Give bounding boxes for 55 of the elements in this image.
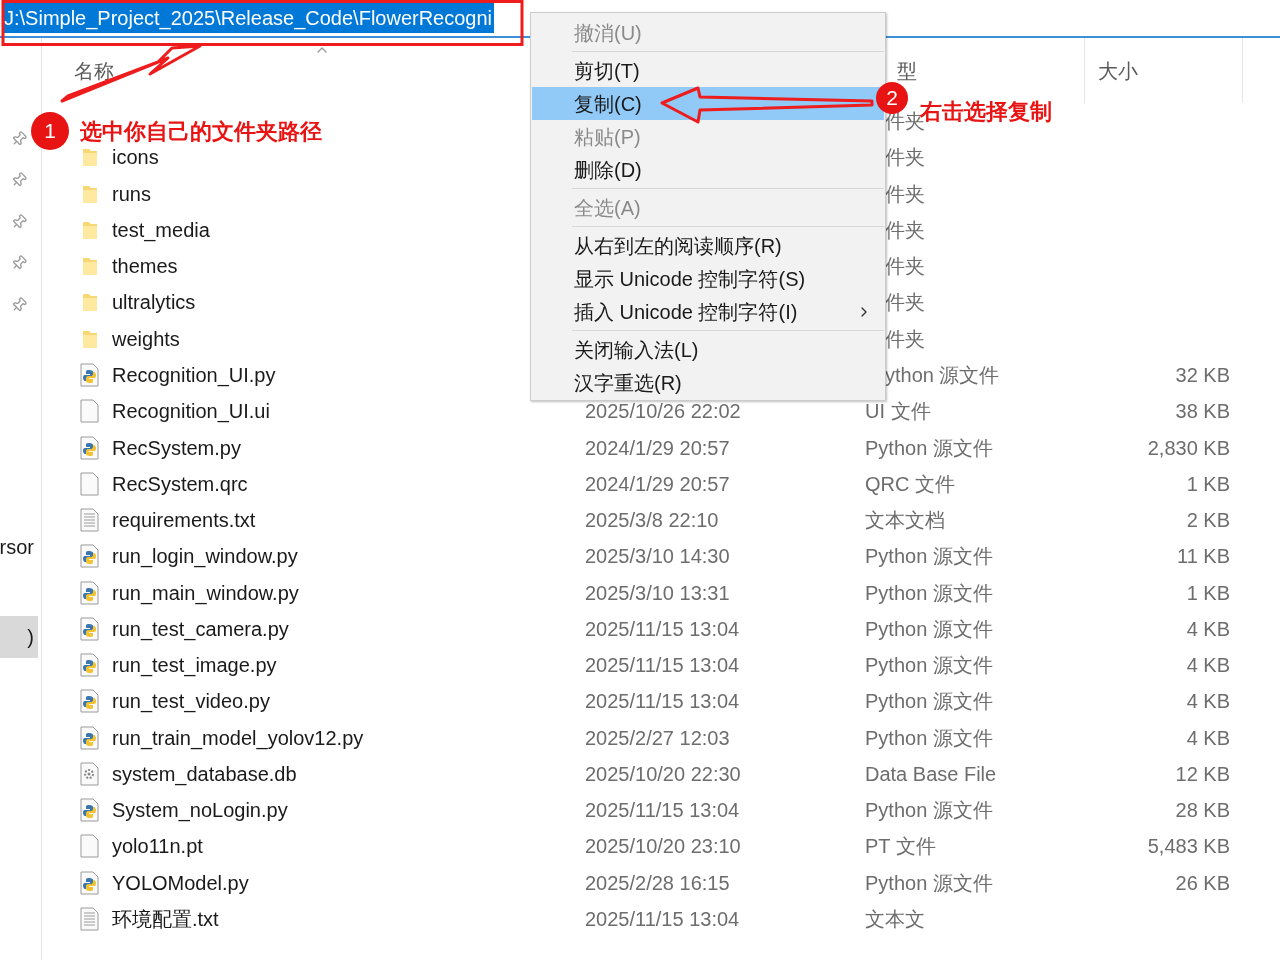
file-date: 2025/10/20 22:30 — [585, 762, 741, 785]
file-size: 1 KB — [1186, 472, 1230, 495]
file-type: ython 源文件 — [885, 364, 1000, 386]
file-size: 2,830 KB — [1147, 436, 1230, 459]
file-type: Python 源文件 — [865, 581, 993, 604]
file-date: 2025/11/15 13:04 — [585, 799, 740, 822]
file-type: Python 源文件 — [865, 690, 993, 713]
file-size: 12 KB — [1175, 762, 1230, 785]
file-size: 4 KB — [1186, 617, 1230, 640]
file-type: 件夹 — [885, 182, 925, 205]
file-date: 2025/11/15 13:04 — [585, 617, 740, 640]
file-type: 文本文 — [865, 907, 925, 930]
file-type: 文本文档 — [865, 509, 945, 532]
file-date: 2025/11/15 13:04 — [585, 690, 740, 713]
file-type: Python 源文件 — [865, 799, 993, 822]
file-type: Data Base File — [865, 762, 997, 785]
file-date: 2025/2/27 12:03 — [585, 726, 730, 749]
file-type: 件夹 — [885, 291, 925, 314]
file-type: Python 源文件 — [865, 726, 993, 749]
file-type: 件夹 — [885, 146, 925, 169]
file-size: 32 KB — [1175, 364, 1230, 386]
file-type: Python 源文件 — [865, 654, 993, 677]
file-size: 4 KB — [1186, 690, 1230, 713]
file-size: 26 KB — [1175, 871, 1230, 894]
file-size: 4 KB — [1186, 726, 1230, 749]
file-date: 2024/1/29 20:57 — [585, 436, 730, 459]
annotation-text: 选中你自己的文件夹路径 — [80, 118, 322, 146]
file-type: PT 文件 — [865, 835, 936, 858]
file-type: 件夹 — [885, 327, 925, 350]
file-date: 2025/11/15 13:04 — [585, 654, 740, 677]
file-size: 1 KB — [1186, 581, 1230, 604]
file-size: 5,483 KB — [1147, 835, 1230, 858]
file-type: Python 源文件 — [865, 545, 993, 568]
address-path: J:\Simple_Project_2025\Release_Code\FlowerRecogni — [4, 3, 495, 33]
file-date: 2025/3/8 22:10 — [585, 509, 719, 532]
file-date: 2025/3/10 13:31 — [585, 581, 730, 604]
file-size: 28 KB — [1175, 799, 1230, 822]
file-date: 2025/10/20 23:10 — [585, 835, 741, 858]
file-date: 2024/1/29 20:57 — [585, 472, 730, 495]
file-type: UI 文件 — [865, 400, 931, 423]
file-type: 件夹 — [885, 255, 925, 278]
file-size: 2 KB — [1186, 509, 1230, 532]
file-date: 2025/2/28 16:15 — [585, 871, 730, 894]
file-type: Python 源文件 — [865, 617, 993, 640]
file-size: 4 KB — [1186, 654, 1230, 677]
file-type: 件夹 — [885, 218, 925, 241]
file-size: 38 KB — [1175, 400, 1230, 423]
file-date: 2025/11/15 13:04 — [585, 907, 740, 930]
file-type: QRC 文件 — [865, 472, 955, 495]
step-badge: 1 — [31, 112, 69, 150]
file-size: 11 KB — [1177, 545, 1230, 568]
file-date: 2025/10/26 22:02 — [585, 400, 741, 423]
file-type: Python 源文件 — [865, 871, 993, 894]
file-date: 2025/3/10 14:30 — [585, 545, 730, 568]
file-type: Python 源文件 — [865, 436, 993, 459]
